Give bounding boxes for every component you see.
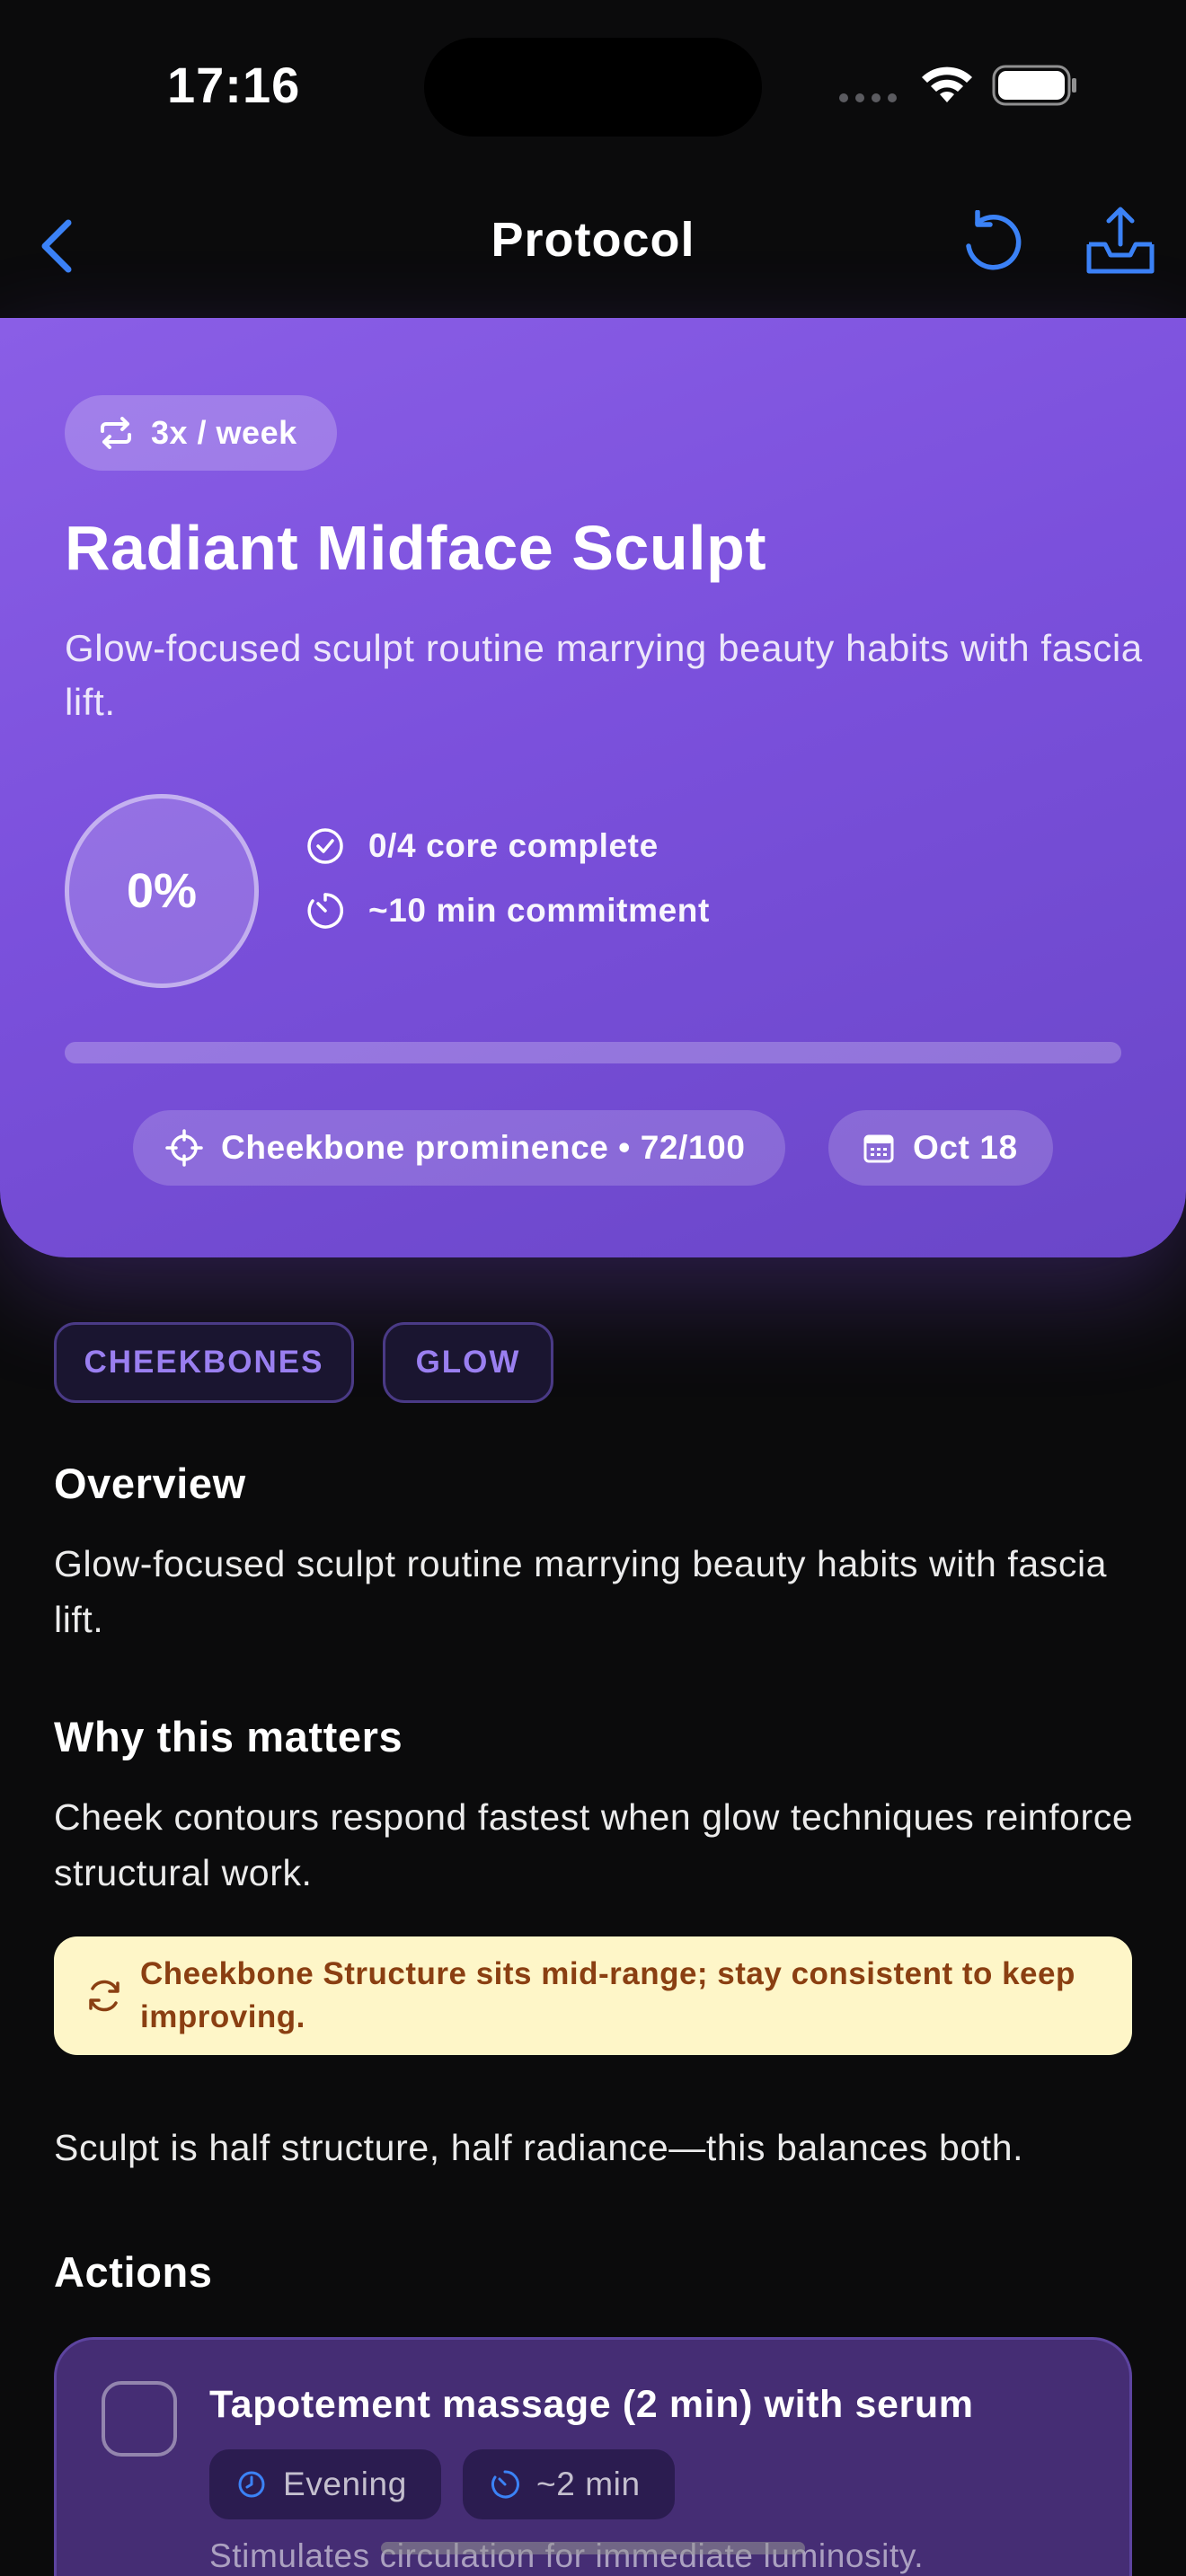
- action-checkbox[interactable]: [102, 2381, 177, 2457]
- cellular-dots-icon: [839, 93, 897, 102]
- rotate-ccw-icon[interactable]: [960, 210, 1024, 278]
- refresh-icon: [89, 1980, 119, 2012]
- core-complete-label: 0/4 core complete: [368, 827, 659, 864]
- overview-heading: Overview: [54, 1460, 246, 1507]
- check-circle-icon: [307, 828, 343, 864]
- status-bar: 17:16: [0, 0, 1186, 171]
- home-indicator: [381, 2542, 805, 2554]
- commitment-stat: ~10 min commitment: [305, 891, 710, 931]
- frequency-badge: 3x / week: [65, 395, 337, 471]
- timer-icon: [491, 2470, 519, 2499]
- commitment-label: ~10 min commitment: [368, 892, 710, 929]
- date-label: Oct 18: [913, 1129, 1018, 1166]
- date-badge: Oct 18: [828, 1110, 1053, 1186]
- calendar-icon: [863, 1134, 894, 1163]
- tag-glow[interactable]: GLOW: [383, 1322, 553, 1403]
- repeat-icon: [101, 417, 131, 449]
- balance-text: Sculpt is half structure, half radiance—…: [54, 2127, 1024, 2168]
- actions-heading: Actions: [54, 2248, 213, 2296]
- core-complete-stat: 0/4 core complete: [305, 826, 659, 866]
- clock-icon: [238, 2471, 265, 2498]
- frequency-label: 3x / week: [151, 414, 297, 451]
- dynamic-island: [424, 38, 762, 137]
- crosshair-icon: [165, 1129, 203, 1167]
- battery-icon: [992, 65, 1076, 106]
- wifi-icon: [922, 66, 972, 102]
- why-text: Cheek contours respond fastest when glow…: [54, 1796, 1134, 1893]
- duration-label: ~2 min: [536, 2466, 641, 2502]
- overview-text: Glow-focused sculpt routine marrying bea…: [54, 1543, 1108, 1640]
- progress-bar: [65, 1042, 1121, 1063]
- metric-label: Cheekbone prominence • 72/100: [221, 1129, 746, 1166]
- time-of-day-label: Evening: [283, 2466, 407, 2502]
- action-title: Tapotement massage (2 min) with serum: [209, 2383, 974, 2426]
- timer-icon: [307, 893, 343, 929]
- tag-cheekbones[interactable]: CHEEKBONES: [54, 1322, 354, 1403]
- protocol-title: Radiant Midface Sculpt: [65, 513, 767, 583]
- progress-percent: 0%: [126, 864, 198, 918]
- time-of-day-chip: Evening: [209, 2449, 441, 2519]
- insight-notice: Cheekbone Structure sits mid-range; stay…: [54, 1936, 1132, 2055]
- why-heading: Why this matters: [54, 1713, 403, 1760]
- status-time: 17:16: [167, 57, 301, 113]
- protocol-description: Glow-focused sculpt routine marrying bea…: [65, 627, 1143, 723]
- protocol-screen: 17:16 Protocol 3x / week Radiant Midface…: [0, 0, 1186, 2576]
- protocol-hero-card: 3x / week Radiant Midface Sculpt Glow-fo…: [0, 318, 1186, 1257]
- insight-notice-text: Cheekbone Structure sits mid-range; stay…: [140, 1956, 1075, 2034]
- share-tray-icon[interactable]: [1084, 205, 1157, 278]
- progress-ring: 0%: [65, 794, 259, 988]
- navigation-bar: Protocol: [0, 171, 1186, 318]
- metric-badge: Cheekbone prominence • 72/100: [133, 1110, 785, 1186]
- duration-chip: ~2 min: [463, 2449, 675, 2519]
- action-item[interactable]: Tapotement massage (2 min) with serum Ev…: [54, 2337, 1132, 2576]
